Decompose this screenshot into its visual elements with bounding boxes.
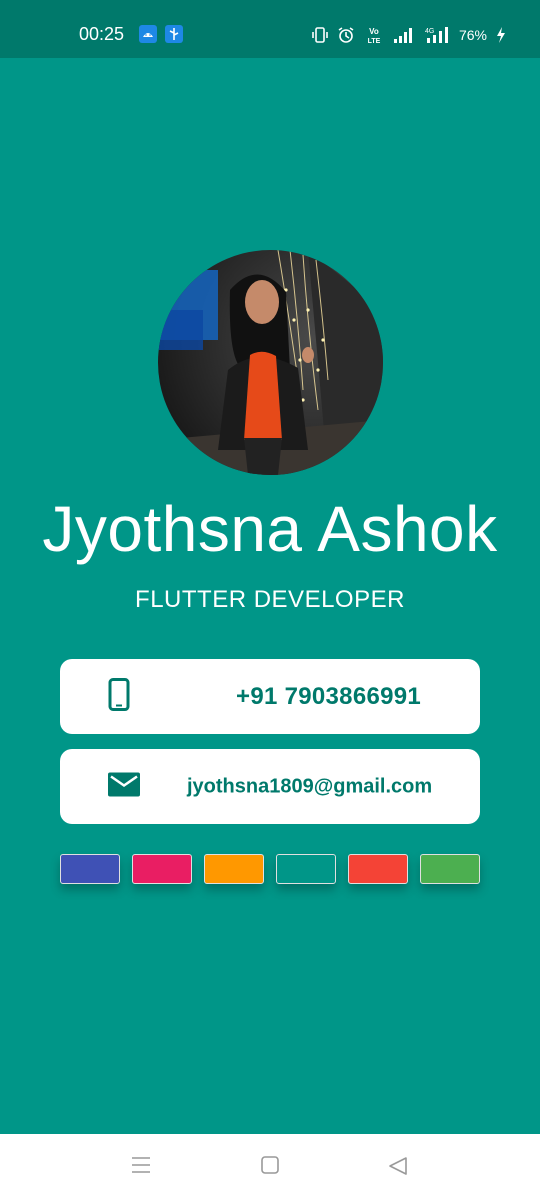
status-bar: 00:25 Vo LTE 4G 76% — [0, 0, 540, 58]
theme-swatch-3[interactable] — [204, 854, 264, 884]
mobile-phone-icon — [108, 677, 130, 716]
charging-bolt-icon — [497, 27, 505, 43]
menu-icon[interactable] — [131, 1156, 151, 1179]
svg-text:Vo: Vo — [369, 27, 379, 36]
alarm-icon — [338, 27, 354, 43]
profile-photo — [158, 250, 383, 475]
svg-text:LTE: LTE — [368, 38, 381, 45]
back-triangle-icon[interactable] — [388, 1156, 408, 1181]
theme-swatches — [60, 854, 480, 884]
theme-swatch-6[interactable] — [420, 854, 480, 884]
theme-swatch-4[interactable] — [276, 854, 336, 884]
vibrate-icon — [312, 27, 328, 43]
theme-swatch-5[interactable] — [348, 854, 408, 884]
email-address: jyothsna1809@gmail.com — [187, 775, 433, 797]
profile-title: FLUTTER DEVELOPER — [135, 586, 405, 613]
home-square-icon[interactable] — [261, 1156, 279, 1179]
android-notification-icon — [139, 25, 157, 43]
email-card[interactable]: jyothsna1809@gmail.com — [60, 749, 480, 824]
svg-text:4G: 4G — [425, 28, 434, 35]
status-icons: Vo LTE 4G 76% — [312, 24, 506, 46]
usb-notification-icon — [165, 25, 183, 43]
theme-swatch-2[interactable] — [132, 854, 192, 884]
signal-strength-icon — [393, 28, 412, 43]
battery-level: 76% — [458, 27, 487, 43]
avatar — [158, 250, 383, 475]
status-time: 00:25 — [79, 24, 125, 44]
signal-4g-icon: 4G — [425, 27, 448, 43]
profile-name: Jyothsna Ashok — [42, 493, 498, 565]
mail-icon — [108, 772, 140, 801]
volte-icon: Vo LTE — [368, 27, 381, 45]
navigation-bar — [0, 1134, 540, 1200]
phone-number: +91 7903866991 — [236, 682, 422, 710]
theme-swatch-1[interactable] — [60, 854, 120, 884]
phone-card[interactable]: +91 7903866991 — [60, 659, 480, 734]
